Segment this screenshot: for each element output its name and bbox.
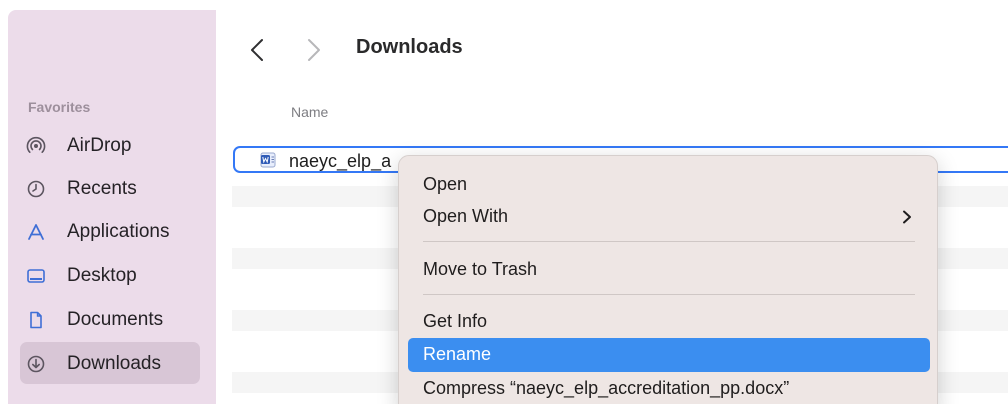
airdrop-icon — [26, 136, 46, 153]
clock-icon — [27, 180, 45, 198]
context-menu: Open Open With Move to Trash Get Info Re… — [398, 155, 938, 404]
forward-chevron-icon[interactable] — [303, 37, 325, 63]
sidebar-item-label: Recents — [67, 178, 137, 199]
menu-item-open-with[interactable]: Open With — [408, 200, 930, 234]
menu-item-get-info[interactable]: Get Info — [408, 305, 930, 339]
menu-separator — [423, 241, 915, 242]
sidebar-heading-favorites: Favorites — [28, 99, 91, 115]
sidebar-item-applications[interactable]: Applications — [20, 210, 200, 252]
menu-separator — [423, 294, 915, 295]
menu-item-open[interactable]: Open — [408, 168, 930, 202]
file-name: naeyc_elp_a — [289, 151, 392, 171]
menu-item-move-to-trash[interactable]: Move to Trash — [408, 253, 930, 287]
applications-icon — [28, 224, 44, 240]
download-icon — [27, 355, 45, 373]
sidebar-item-label: Applications — [67, 221, 170, 242]
sidebar-item-desktop[interactable]: Desktop — [20, 254, 200, 296]
sidebar-item-recents[interactable]: Recents — [20, 167, 200, 209]
sidebar-item-label: Downloads — [67, 353, 161, 374]
sidebar-item-downloads[interactable]: Downloads — [20, 342, 200, 384]
sidebar-item-label: Desktop — [67, 265, 137, 286]
menu-item-label: Open With — [423, 206, 509, 226]
word-document-icon — [260, 152, 276, 168]
sidebar-item-label: Documents — [67, 309, 164, 330]
menu-item-label: Get Info — [423, 311, 488, 331]
menu-item-label: Move to Trash — [423, 259, 538, 279]
menu-item-label: Rename — [423, 344, 492, 364]
menu-item-rename[interactable]: Rename — [408, 338, 930, 372]
document-icon — [30, 311, 42, 329]
desktop-icon — [27, 269, 45, 283]
sidebar-item-label: AirDrop — [67, 135, 132, 156]
column-header-name[interactable]: Name — [291, 104, 328, 120]
window-title: Downloads — [356, 36, 463, 58]
sidebar-item-airdrop[interactable]: AirDrop — [20, 124, 200, 166]
menu-item-label: Open — [423, 174, 468, 194]
menu-item-label: Compress “naeyc_elp_accreditation_pp.doc… — [423, 378, 790, 398]
sidebar: Favorites AirDrop Recents Applications D… — [0, 0, 216, 404]
menu-item-compress[interactable]: Compress “naeyc_elp_accreditation_pp.doc… — [408, 372, 930, 404]
chevron-right-icon — [903, 210, 911, 224]
sidebar-item-documents[interactable]: Documents — [20, 298, 200, 340]
back-chevron-icon[interactable] — [246, 37, 268, 63]
